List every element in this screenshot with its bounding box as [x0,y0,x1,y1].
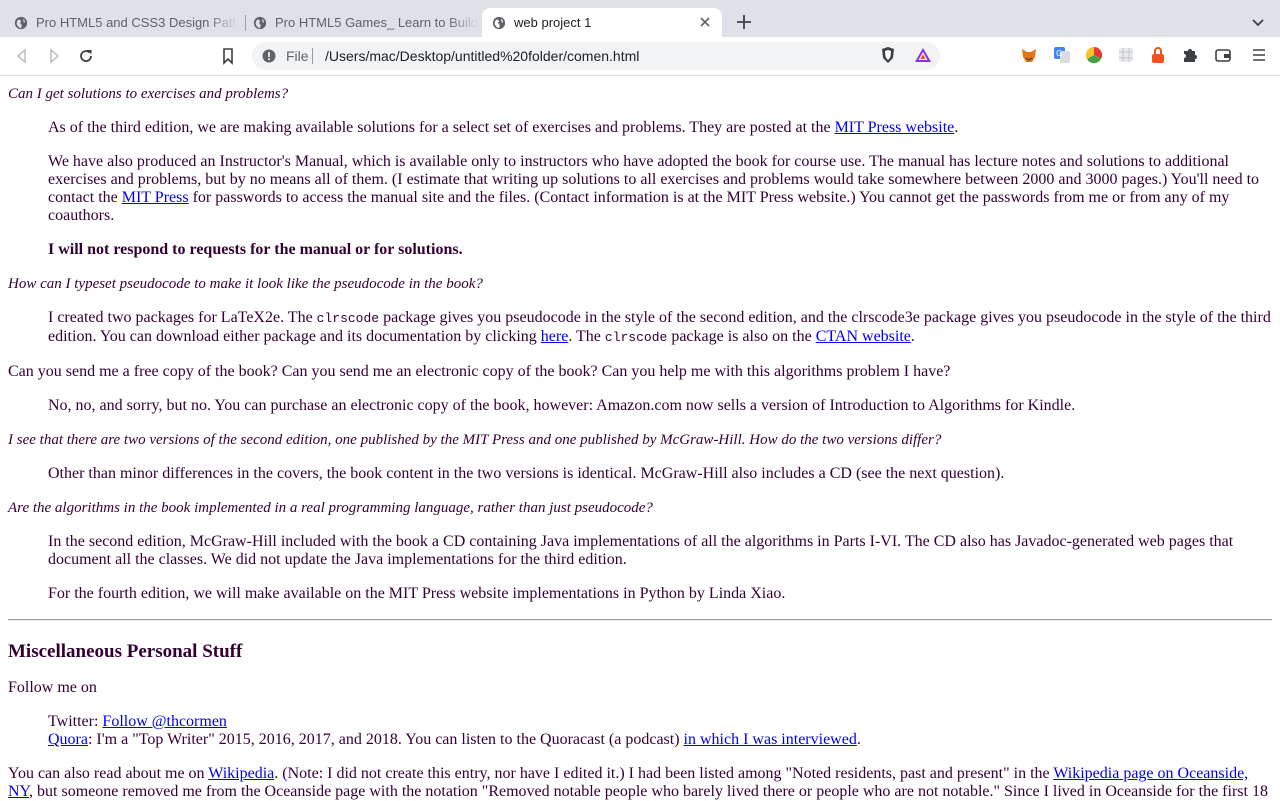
url-scheme: File [286,48,309,64]
ctan-website-link[interactable]: CTAN website [816,328,911,345]
tab-separator [245,15,246,31]
tab-pro-html5-games[interactable]: Pro HTML5 Games_ Learn to Build y [253,8,478,37]
section-heading: Miscellaneous Personal Stuff [8,641,243,662]
faq-answer: Other than minor differences in the cove… [48,465,1005,482]
here-link[interactable]: here [541,328,569,345]
globe-icon [14,16,28,29]
faq-answer-bold: I will not respond to requests for the m… [48,241,463,258]
faq-question: Can I get solutions to exercises and pro… [8,86,289,102]
menu-icon[interactable] [1250,46,1268,64]
forward-icon[interactable] [44,46,64,66]
faq-answer: No, no, and sorry, but no. You can purch… [48,397,1076,414]
brave-rewards-icon[interactable] [914,46,932,64]
tab-label: Pro HTML5 Games_ Learn to Build y [275,15,478,30]
wikipedia-paragraph: You can also read about me on Wikipedia.… [8,765,1268,800]
grid-extension-icon[interactable] [1117,46,1135,64]
toolbar: File /Users/mac/Desktop/untitled%20folde… [0,37,1280,76]
tab-label: web project 1 [514,15,592,30]
faq-answer: I created two packages for LaTeX2e. The … [48,309,1271,345]
globe-icon [253,16,267,29]
chevron-down-icon[interactable] [1250,14,1266,30]
horizontal-rule [8,619,1272,621]
faq-answer: We have also produced an Instructor's Ma… [48,153,1260,224]
interview-link[interactable]: in which I was interviewed [684,731,857,748]
divider [312,48,313,64]
metamask-icon[interactable] [1020,46,1038,64]
faq-question: Can you send me a free copy of the book?… [8,363,951,380]
tab-strip: Pro HTML5 and CSS3 Design Patte Pro HTML… [0,0,1280,37]
back-icon[interactable] [12,46,32,66]
new-tab-icon[interactable] [734,12,754,32]
svg-text:G: G [1056,49,1062,58]
wallet-icon[interactable] [1214,46,1232,64]
wikipedia-link[interactable]: Wikipedia [208,765,274,782]
faq-answer: For the fourth edition, we will make ava… [48,585,786,602]
info-icon[interactable] [262,49,276,63]
puzzle-icon[interactable] [1181,46,1199,64]
quora-link[interactable]: Quora [48,731,88,748]
page-content: Can I get solutions to exercises and pro… [8,76,1272,801]
social-links: Twitter: Follow @thcormen Quora: I'm a "T… [48,713,861,748]
translate-icon[interactable]: G [1053,46,1071,64]
faq-question: Are the algorithms in the book implement… [8,500,653,516]
tab-label: Pro HTML5 and CSS3 Design Patte [36,15,238,30]
close-icon[interactable] [698,15,712,29]
reload-icon[interactable] [76,46,96,66]
follow-text: Follow me on [8,679,97,696]
tab-web-project-1[interactable]: web project 1 [482,8,722,37]
brave-shield-icon[interactable] [879,46,897,64]
globe-icon [492,16,506,29]
faq-answer: In the second edition, McGraw-Hill inclu… [48,533,1234,568]
mit-press-website-link[interactable]: MIT Press website [835,119,955,136]
bookmark-icon[interactable] [218,46,238,66]
tab-pro-html5-css3[interactable]: Pro HTML5 and CSS3 Design Patte [14,8,238,37]
twitter-link[interactable]: Follow @thcormen [102,713,227,730]
address-bar[interactable]: File /Users/mac/Desktop/untitled%20folde… [252,42,940,70]
faq-question: How can I typeset pseudocode to make it … [8,276,483,292]
faq-answer: As of the third edition, we are making a… [48,119,959,136]
faq-question: I see that there are two versions of the… [8,432,942,448]
mit-press-link[interactable]: MIT Press [122,189,189,206]
lock-extension-icon[interactable] [1149,46,1167,64]
color-wheel-icon[interactable] [1085,46,1103,64]
url-text[interactable]: /Users/mac/Desktop/untitled%20folder/com… [325,48,639,64]
